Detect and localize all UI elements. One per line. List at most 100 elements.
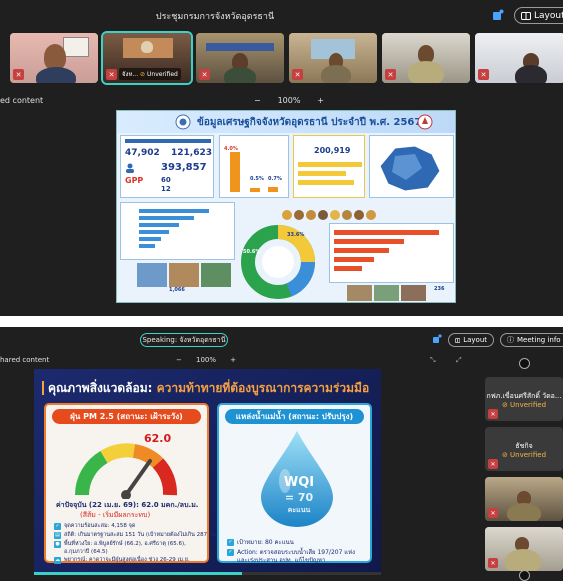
product-icon [318, 210, 328, 220]
sidebar-participant-1[interactable]: กฟภ.เขื่อนศรีสักดิ์ วัดอ... ⊘ Unverified… [485, 377, 563, 421]
layout-icon [521, 11, 531, 20]
zoom-level: 100% [195, 356, 216, 364]
mic-muted-icon: ✕ [199, 69, 210, 80]
scroll-down-icon[interactable] [519, 570, 530, 581]
rank-1: 60 [161, 176, 171, 184]
forecast-icon: ☁ [54, 556, 61, 564]
product-icon [342, 210, 352, 220]
reactions-icon[interactable] [492, 9, 504, 21]
sidebar-participant-3[interactable]: ✕ [485, 477, 563, 521]
gdp-box: 200,919 [293, 135, 365, 198]
zoom-in-button[interactable]: + [317, 96, 324, 105]
map-box [369, 135, 454, 198]
meeting-title: ประชุมกรมการจังหวัดอุดรธานี [155, 12, 275, 22]
layout-button[interactable]: Layout [514, 7, 563, 24]
emblem-icon [417, 114, 433, 130]
province-map-icon [379, 145, 441, 192]
expand-icon[interactable]: ⤡ [430, 356, 436, 365]
location-icon: ● [54, 540, 61, 548]
participant-tile-5[interactable]: ✕ [382, 33, 470, 83]
layout-label: Layout [463, 336, 487, 344]
participant-tile-6[interactable]: ✕ [475, 33, 563, 83]
participant-tile-4[interactable]: ✕ [289, 33, 377, 83]
participant-tile-3[interactable]: ✕ [196, 33, 284, 83]
mic-muted-icon: ✕ [385, 69, 396, 80]
pm25-item: ☁ พยากรณ์: คาดว่าจะมีฝุ่นสูงต่อเนื่อง ช่ว… [54, 556, 190, 564]
meeting-info-label: Meeting info [517, 336, 561, 344]
scroll-up-icon[interactable] [519, 358, 530, 369]
sidebar-participant-2[interactable]: ธัชกิจ ⊘ Unverified ✕ [485, 427, 563, 471]
pm25-level: (สีส้ม - เริ่มมีผลกระทบ) [80, 511, 151, 519]
speaking-indicator: Speaking: จังหวัดอุดรธานี [140, 333, 228, 347]
water-item: และเร่งประสาน อปท. แก้ไขปัญหา [237, 557, 326, 564]
meeting-info-button[interactable]: ⓘ Meeting info [500, 333, 563, 347]
zoom-level: 100% [277, 96, 301, 105]
warning-icon: ⊘ [140, 71, 146, 78]
zoom-out-button[interactable]: − [254, 96, 261, 105]
water-item: ✓ เป้าหมาย: 80 คะแนน [227, 538, 294, 546]
stat-value-b: 121,623 [171, 148, 212, 158]
participant-label: จังห... ⊘ Unverified [119, 68, 181, 80]
product-icon [294, 210, 304, 220]
shared-slide-economy: ข้อมูลเศรษฐกิจจังหวัดอุดรธานี ประจำปี พ.… [116, 110, 456, 303]
participant-strip: ✕ ✕ จังห... ⊘ Unverified ✕ ✕ ✕ ✕ [10, 31, 563, 85]
economy-donut-chart [241, 225, 316, 299]
stat-value-c: 393,857 [161, 162, 207, 173]
mic-muted-icon: ✕ [13, 69, 24, 80]
mic-muted-icon: ✕ [488, 459, 498, 469]
sidebar-participant-4[interactable]: ✕ [485, 527, 563, 571]
mic-muted-icon: ✕ [292, 69, 303, 80]
pm25-item: ✓ จุดความร้อนสะสม: 4,158 จุด [54, 522, 136, 530]
product-icons-row [282, 210, 382, 222]
wqi-unit: คะแนน [287, 506, 311, 514]
pm25-item: ● พื้นที่ห่วงใย: อ.พิบูลย์รักษ์ (66.2), อ… [54, 540, 186, 548]
product-icon [330, 210, 340, 220]
chart-icon: ▤ [54, 531, 61, 539]
mic-muted-icon: ✕ [488, 409, 498, 419]
layout-button[interactable]: Layout [448, 333, 494, 347]
check-icon: ✓ [227, 538, 234, 546]
participant-tile-2[interactable]: ✕ จังห... ⊘ Unverified [101, 31, 193, 85]
collapse-icon[interactable]: ⤢ [456, 356, 462, 365]
water-card-header: แหล่งน้ำแม่น้ำ (สถานะ: ปรับปรุง) [225, 409, 364, 424]
layout-icon [455, 337, 461, 343]
reactions-icon[interactable] [432, 334, 442, 344]
slide-title: ข้อมูลเศรษฐกิจจังหวัดอุดรธานี ประจำปี พ.… [197, 117, 422, 128]
slide-title: คุณภาพสิ่งแวดล้อม: ความท้าทายที่ต้องบูรณ… [48, 381, 370, 395]
product-icon [366, 210, 376, 220]
province-seal-icon [175, 114, 191, 130]
slide-progress-bar [34, 572, 381, 575]
stat-value-d: 200,919 [314, 146, 351, 155]
pct-3: 0.7% [268, 176, 282, 182]
stat-value-f: 236 [434, 286, 445, 292]
zoom-in-button[interactable]: + [230, 356, 236, 364]
participant-status: ⊘ Unverified [501, 401, 547, 409]
warning-icon: ⊘ [501, 451, 511, 459]
check-icon: ✓ [227, 548, 234, 556]
mic-muted-icon: ✕ [478, 69, 489, 80]
meeting-window-top: ประชุมกรมการจังหวัดอุดรธานี Layout ✕ ✕ จ… [0, 0, 563, 316]
stats-box-left: 47,902 121,623 393,857 GPP 60 12 [120, 135, 214, 198]
layout-label: Layout [534, 10, 563, 21]
wqi-label: WQI [283, 475, 315, 490]
photo-strip-right [347, 285, 427, 301]
shared-slide-environment: คุณภาพสิ่งแวดล้อม: ความท้าทายที่ต้องบูรณ… [34, 369, 381, 572]
mic-muted-icon: ✕ [488, 508, 498, 518]
participant-status: ⊘ Unverified [501, 451, 547, 459]
zoom-out-button[interactable]: − [176, 356, 182, 364]
pm25-card-header: ฝุ่น PM 2.5 (สถานะ: เฝ้าระวัง) [52, 409, 201, 424]
shared-content-label: ed content [0, 96, 44, 105]
donut-pct-1: 33.6% [287, 232, 305, 238]
mic-muted-icon: ✕ [488, 558, 498, 568]
stat-value-e: 1,066 [169, 287, 185, 293]
zoom-controls: − 100% + [176, 356, 236, 364]
meeting-window-bottom: Speaking: จังหวัดอุดรธานี Layout ⓘ Meeti… [0, 327, 563, 581]
sector-bars-right [329, 223, 454, 283]
pm25-gauge [75, 443, 178, 499]
product-icon [306, 210, 316, 220]
wqi-value: = 70 [284, 491, 314, 504]
gpp-label: GPP [125, 176, 144, 185]
pct-2: 0.5% [250, 176, 264, 182]
participant-tile-1[interactable]: ✕ [10, 33, 98, 83]
pm25-item: ▤ สถิติ: เกินมาตรฐานสะสม 151 วัน (เป้าหมา… [54, 531, 218, 539]
